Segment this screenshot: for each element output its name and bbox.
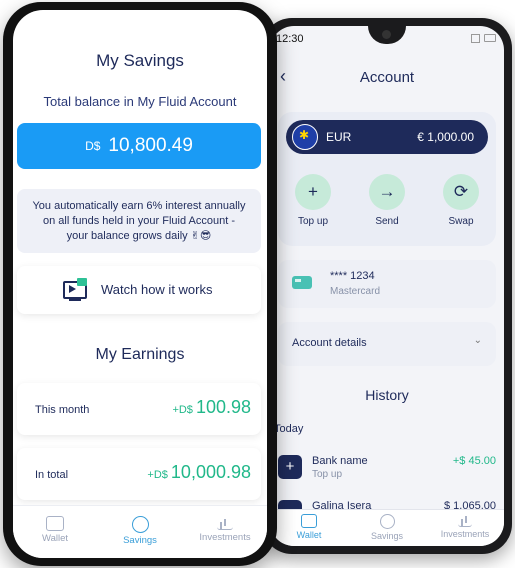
balance-currency: D$ [85, 139, 101, 153]
currency-balance-pill[interactable]: EUR € 1,000.00 [286, 120, 488, 154]
earnings-row: In total +D$ 10,000.98 [17, 448, 261, 500]
top-up-label: Top up [297, 216, 329, 227]
bottom-tab-bar: Wallet Savings Investments [270, 509, 504, 546]
eu-flag-icon [292, 124, 318, 150]
top-up-action[interactable]: + Top up [285, 174, 341, 227]
account-screen: 12:30 ‹ Account EUR € 1,000.00 + Top up … [270, 26, 504, 546]
video-play-icon [63, 278, 87, 301]
iphone: My Savings Total balance in My Fluid Acc… [3, 2, 277, 566]
arrow-right-icon[interactable]: → [369, 174, 405, 210]
card-type: Mastercard [330, 286, 381, 297]
plus-icon[interactable]: + [295, 174, 331, 210]
tab-wallet[interactable]: Wallet [13, 516, 97, 544]
currency-code: EUR [326, 130, 352, 144]
tab-investments[interactable]: Investments [426, 514, 504, 539]
watch-label: Watch how it works [101, 282, 213, 297]
interest-info-box: You automatically earn 6% interest annua… [17, 189, 261, 253]
earnings-period: This month [35, 404, 90, 416]
battery-icon [484, 34, 496, 42]
tab-investments[interactable]: Investments [183, 516, 267, 543]
interest-info-text: You automatically earn 6% interest annua… [32, 200, 246, 242]
currency-amount: € 1,000.00 [417, 130, 474, 144]
page-title: Account [359, 69, 415, 86]
percent-icon [379, 514, 395, 529]
balance-display: D$ 10,800.49 [17, 123, 261, 169]
android-phone: 12:30 ‹ Account EUR € 1,000.00 + Top up … [262, 18, 512, 554]
tab-savings[interactable]: Savings [348, 514, 426, 541]
tab-label: Wallet [296, 530, 322, 540]
tab-label: Wallet [41, 533, 69, 544]
wifi-icon [471, 34, 480, 43]
history-title: History [365, 387, 409, 403]
swap-label: Swap [448, 216, 474, 227]
chevron-down-icon: ⌄ [473, 335, 482, 346]
percent-icon [131, 516, 149, 533]
transaction-name: Bank name [312, 455, 368, 467]
list-item[interactable]: + Bank name Top up +$ 45.00 [274, 451, 500, 487]
account-details-label: Account details [292, 337, 367, 349]
tab-label: Savings [123, 535, 157, 546]
earnings-amount: 100.98 [195, 397, 251, 417]
bar-chart-icon [217, 516, 233, 530]
earnings-currency: +D$ [172, 404, 193, 416]
earnings-value: +D$ 10,000.98 [147, 462, 251, 483]
earnings-value: +D$ 100.98 [172, 397, 251, 418]
balance-amount: 10,800.49 [108, 135, 193, 156]
linked-card-row[interactable]: **** 1234 Mastercard [278, 260, 496, 308]
credit-card-icon [292, 276, 312, 289]
earnings-period: In total [35, 469, 69, 481]
card-number: **** 1234 [330, 270, 375, 282]
earnings-title: My Earnings [95, 346, 185, 363]
bottom-tab-bar: Wallet Savings Investments [13, 505, 267, 558]
swap-action[interactable]: ⟳ Swap [433, 174, 489, 227]
bar-chart-icon [458, 514, 472, 527]
swap-icon[interactable]: ⟳ [443, 174, 479, 210]
tab-wallet[interactable]: Wallet [270, 514, 348, 540]
send-action[interactable]: → Send [359, 174, 415, 227]
total-balance-label: Total balance in My Fluid Account [43, 94, 237, 109]
watch-video-button[interactable]: Watch how it works [17, 266, 261, 314]
status-time: 12:30 [276, 33, 304, 45]
status-icons [471, 34, 496, 43]
tab-label: Investments [440, 529, 490, 539]
page-title: My Savings [96, 51, 184, 70]
earnings-amount: 10,000.98 [170, 462, 251, 482]
account-details-dropdown[interactable]: Account details ⌄ [278, 322, 496, 366]
wallet-icon [301, 514, 317, 528]
tab-savings[interactable]: Savings [98, 516, 182, 546]
earnings-row: This month +D$ 100.98 [17, 383, 261, 435]
plus-icon: + [278, 455, 302, 479]
wallet-icon [46, 516, 64, 531]
earnings-currency: +D$ [147, 469, 168, 481]
transaction-type: Top up [312, 469, 343, 480]
account-header: ‹ Account [270, 62, 504, 90]
account-card: EUR € 1,000.00 + Top up → Send ⟳ Swap [278, 112, 496, 246]
transaction-amount: +$ 45.00 [452, 455, 496, 467]
savings-screen: My Savings Total balance in My Fluid Acc… [13, 10, 267, 558]
history-group-label: Today [274, 423, 304, 435]
tab-label: Investments [199, 532, 251, 543]
send-label: Send [375, 216, 399, 227]
tab-label: Savings [370, 531, 404, 541]
